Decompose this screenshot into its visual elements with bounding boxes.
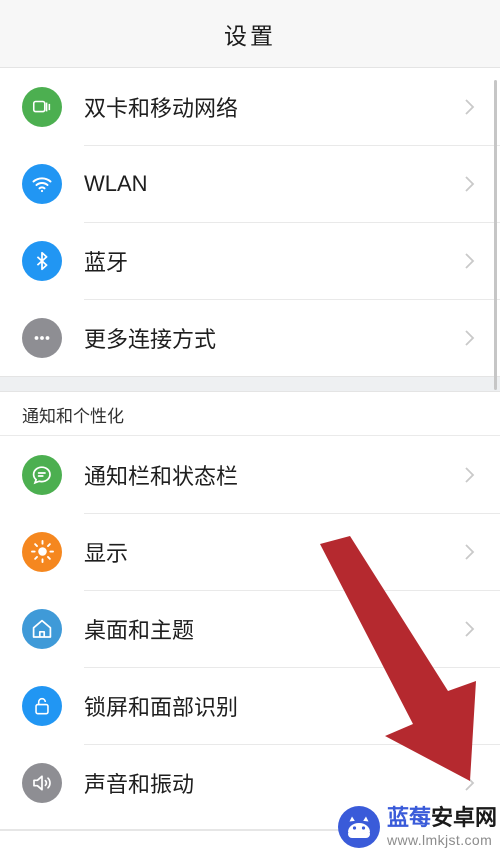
watermark-title: 蓝莓安卓网	[387, 807, 497, 829]
wifi-icon	[22, 163, 62, 204]
list-item-label: 蓝牙	[84, 249, 129, 275]
chevron-right-icon	[464, 542, 476, 562]
list-item-label: 双卡和移动网络	[84, 95, 239, 121]
list-item-label: 声音和振动	[84, 771, 195, 797]
list-item-label: 显示	[84, 540, 129, 566]
list-item-label: 更多连接方式	[84, 326, 217, 352]
list-item-bluetooth[interactable]: 蓝牙	[0, 222, 500, 299]
watermark-title-part2: 安卓网	[431, 805, 498, 830]
list-item-display[interactable]: 显示	[0, 513, 500, 590]
section-header-notifications: 通知和个性化	[0, 392, 500, 436]
list-item-notification-status-bar[interactable]: 通知栏和状态栏	[0, 436, 500, 513]
watermark-title-part1: 蓝莓	[387, 805, 432, 830]
lock-icon	[22, 685, 62, 726]
settings-group-connectivity: 双卡和移动网络 WLAN 蓝牙 更多连接方式	[0, 68, 500, 376]
list-item-more-connections[interactable]: 更多连接方式	[0, 299, 500, 376]
chevron-right-icon	[464, 619, 476, 639]
home-icon	[22, 608, 62, 649]
watermark-text: 蓝莓安卓网 www.lmkjst.com	[387, 807, 497, 848]
list-item-label: 桌面和主题	[84, 617, 195, 643]
blueberry-android-logo-icon	[336, 804, 382, 850]
list-item-desktop-theme[interactable]: 桌面和主题	[0, 590, 500, 667]
chat-bubble-icon	[22, 454, 62, 495]
list-item-lockscreen-face-recognition[interactable]: 锁屏和面部识别	[0, 667, 500, 744]
list-item-label: 通知栏和状态栏	[84, 463, 239, 489]
chevron-right-icon	[464, 465, 476, 485]
watermark-url: www.lmkjst.com	[387, 832, 493, 848]
chevron-right-icon	[464, 174, 476, 194]
section-divider	[0, 376, 500, 392]
list-item-label: WLAN	[84, 170, 148, 196]
bottom-divider	[0, 829, 348, 831]
bluetooth-icon	[22, 240, 62, 281]
page-title: 设置	[224, 22, 276, 49]
speaker-icon	[22, 762, 62, 803]
settings-group-notifications-personalization: 通知栏和状态栏 显示 桌面和主题 锁屏和面部识别 声音和振动	[0, 436, 500, 821]
title-bar: 设置	[0, 0, 500, 68]
list-item-dual-sim-mobile-network[interactable]: 双卡和移动网络	[0, 68, 500, 145]
section-header-label: 通知和个性化	[22, 406, 124, 426]
brightness-icon	[22, 531, 62, 572]
list-item-wlan[interactable]: WLAN	[0, 145, 500, 222]
vertical-scrollbar[interactable]	[494, 80, 497, 390]
chevron-right-icon	[464, 696, 476, 716]
sim-card-icon	[22, 86, 62, 127]
chevron-right-icon	[464, 251, 476, 271]
chevron-right-icon	[464, 773, 476, 793]
site-watermark: 蓝莓安卓网 www.lmkjst.com	[336, 796, 500, 858]
settings-screen: 设置 双卡和移动网络 WLAN 蓝牙 更多连接方式 通知和个性化 通知栏和状态栏…	[0, 0, 500, 858]
chevron-right-icon	[464, 328, 476, 348]
chevron-right-icon	[464, 97, 476, 117]
list-item-label: 锁屏和面部识别	[84, 694, 239, 720]
more-dots-icon	[22, 317, 62, 358]
